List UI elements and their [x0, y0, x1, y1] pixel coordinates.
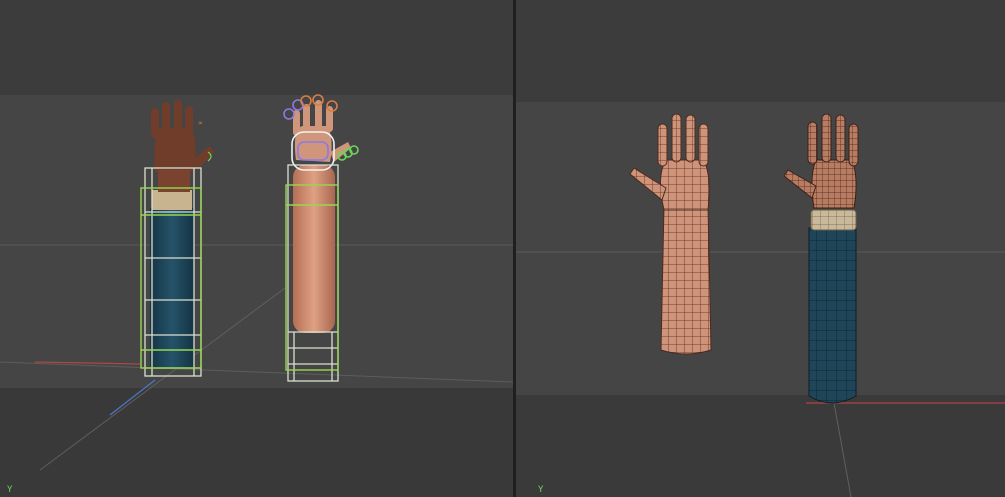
sleeve-mesh [808, 227, 857, 404]
control-marker: ∝ [198, 119, 203, 127]
3d-editor: ∝ Y Y [0, 0, 1005, 497]
axis-gizmo-icon: Y [538, 485, 543, 495]
viewport-background-top [0, 0, 513, 95]
cuff-mesh [152, 190, 192, 210]
viewport-left-canvas[interactable]: ∝ [0, 0, 513, 497]
viewport-right[interactable]: Y [516, 0, 1005, 497]
sleeve-mesh [150, 208, 194, 368]
viewport-left[interactable]: ∝ Y [0, 0, 513, 497]
axis-gizmo-icon: Y [7, 485, 12, 495]
arm-mesh [293, 165, 335, 333]
forearm-mesh [660, 204, 712, 355]
axis-label-y: Y [538, 485, 544, 495]
floor-plane [516, 395, 1005, 497]
cuff-mesh [810, 209, 857, 231]
viewport-right-canvas[interactable] [516, 0, 1005, 497]
axis-label-y: Y [7, 485, 13, 495]
viewport-background-top [516, 0, 1005, 102]
